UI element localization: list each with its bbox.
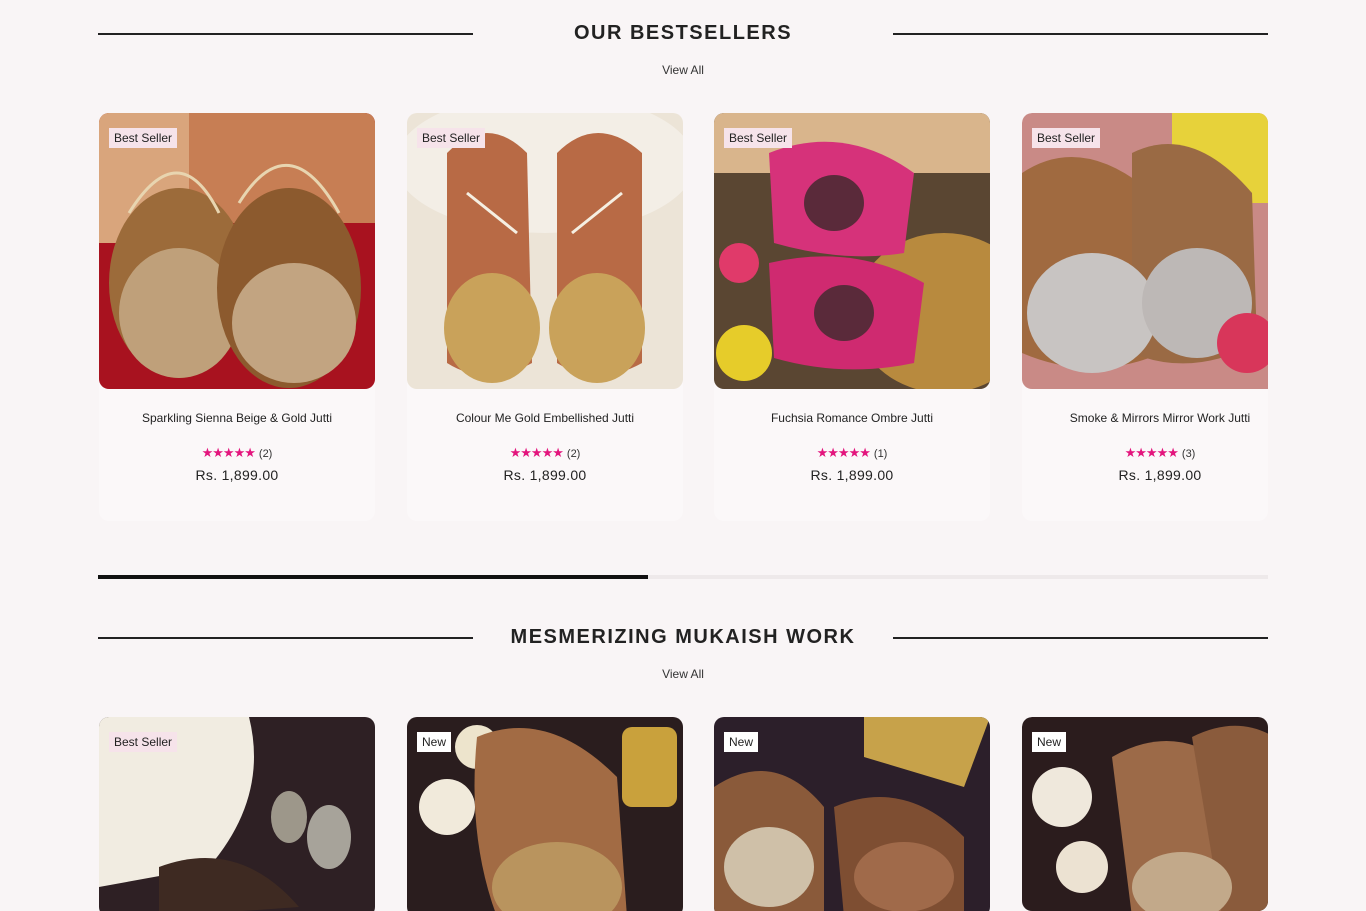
product-price: Rs. 1,899.00 [503,467,587,483]
product-card[interactable]: Best Seller Sparkling Sienna Beige & Gol… [99,113,375,521]
product-name[interactable]: Colour Me Gold Embellished Jutti [407,411,683,425]
product-image[interactable] [99,113,375,389]
star-rating-icon: ★★★★★ [816,445,871,460]
product-card[interactable]: New [714,717,990,911]
star-rating-icon: ★★★★★ [509,445,564,460]
product-card[interactable]: Best Seller [99,717,375,911]
product-image[interactable] [714,113,990,389]
section-title: OUR BESTSELLERS [573,22,793,44]
header-rule-right [893,637,1268,639]
product-card[interactable]: Best Seller Colour Me Gold Embellished J… [407,113,683,521]
header-rule-left [98,33,473,35]
review-count: (2) [566,448,581,460]
product-rating: ★★★★★ (2) [99,445,375,461]
product-name[interactable]: Fuchsia Romance Ombre Jutti [714,411,990,425]
scrollbar-thumb[interactable] [98,575,648,579]
product-price: Rs. 1,899.00 [810,467,894,483]
product-rating: ★★★★★ (3) [1022,445,1268,461]
product-card[interactable]: New [407,717,683,911]
product-image[interactable] [1022,113,1268,389]
carousel-scrollbar[interactable] [98,575,1268,579]
product-card[interactable]: Best Seller Smoke & Mirrors Mirror Work … [1022,113,1268,521]
best-seller-badge: Best Seller [1032,128,1101,148]
review-count: (3) [1181,448,1196,460]
bestsellers-header: OUR BESTSELLERS [98,13,1268,53]
review-count: (1) [873,448,888,460]
star-rating-icon: ★★★★★ [1124,445,1179,460]
mukaish-header: MESMERIZING MUKAISH WORK [98,617,1268,657]
product-card[interactable]: New [1022,717,1268,911]
best-seller-badge: Best Seller [724,128,793,148]
product-rating: ★★★★★ (2) [407,445,683,461]
product-name[interactable]: Sparkling Sienna Beige & Gold Jutti [99,411,375,425]
section-title: MESMERIZING MUKAISH WORK [510,626,856,648]
product-image[interactable] [407,113,683,389]
product-price: Rs. 1,899.00 [195,467,279,483]
view-all-link[interactable]: View All [0,63,1366,77]
review-count: (2) [258,448,273,460]
product-name[interactable]: Smoke & Mirrors Mirror Work Jutti [1022,411,1268,425]
view-all-link[interactable]: View All [0,667,1366,681]
best-seller-badge: Best Seller [417,128,486,148]
new-badge: New [724,732,759,752]
best-seller-badge: Best Seller [109,128,178,148]
product-price: Rs. 1,899.00 [1118,467,1202,483]
best-seller-badge: Best Seller [109,732,178,752]
new-badge: New [417,732,452,752]
header-rule-left [98,637,473,639]
product-card[interactable]: Best Seller Fuchsia Romance Ombre Jutti … [714,113,990,521]
product-rating: ★★★★★ (1) [714,445,990,461]
header-rule-right [893,33,1268,35]
star-rating-icon: ★★★★★ [201,445,256,460]
new-badge: New [1032,732,1067,752]
